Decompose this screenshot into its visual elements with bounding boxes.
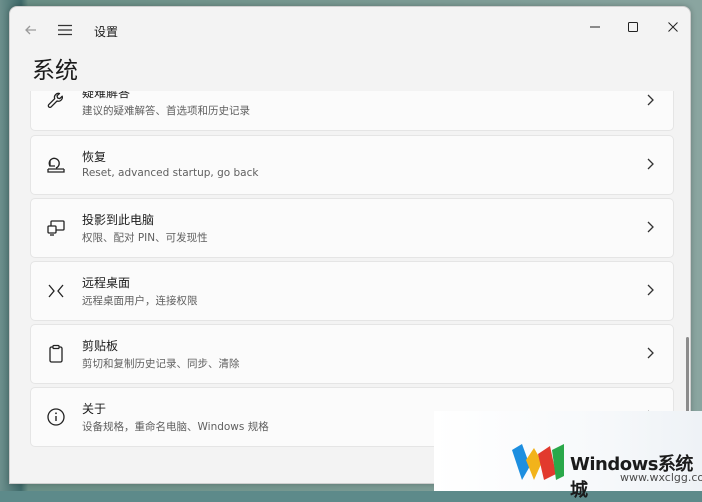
chevron-right-icon <box>647 94 654 106</box>
clipboard-icon <box>49 344 63 363</box>
wrench-icon <box>47 92 63 108</box>
app-title: 设置 <box>94 25 119 39</box>
minimize-icon[interactable] <box>576 13 614 41</box>
item-subtitle: 设备规格，重命名电脑、Windows 规格 <box>82 421 269 433</box>
list-item-recovery[interactable]: 恢复 Reset, advanced startup, go back <box>30 135 674 195</box>
list-item-project-to-pc[interactable]: 投影到此电脑 权限、配对 PIN、可发现性 <box>30 198 674 258</box>
item-subtitle: 剪切和复制历史记录、同步、清除 <box>82 358 240 370</box>
item-title: 剪贴板 <box>82 339 119 353</box>
item-title: 远程桌面 <box>82 276 131 290</box>
windows-brand-logo <box>512 444 564 480</box>
chevron-right-icon <box>647 158 654 170</box>
info-icon <box>47 408 65 426</box>
item-title: 投影到此电脑 <box>82 213 155 227</box>
chevron-right-icon <box>647 347 654 359</box>
item-title: 疑难解答 <box>82 91 131 100</box>
item-title: 关于 <box>82 402 107 416</box>
close-icon[interactable] <box>654 13 690 41</box>
item-title: 恢复 <box>82 150 107 164</box>
chevron-right-icon <box>647 221 654 233</box>
recovery-icon <box>47 157 65 173</box>
list-item-remote-desktop[interactable]: 远程桌面 远程桌面用户，连接权限 <box>30 261 674 321</box>
back-arrow-icon[interactable] <box>16 17 46 43</box>
watermark-url: www.wxclgg.com <box>620 471 702 484</box>
item-subtitle: Reset, advanced startup, go back <box>82 167 259 179</box>
item-subtitle: 权限、配对 PIN、可发现性 <box>82 232 208 244</box>
title-bar: 设置 <box>10 7 690 51</box>
list-item-clipboard[interactable]: 剪贴板 剪切和复制历史记录、同步、清除 <box>30 324 674 384</box>
remote-desktop-icon <box>48 284 64 298</box>
page-title: 系统 <box>32 58 78 84</box>
maximize-icon[interactable] <box>614 13 652 41</box>
item-subtitle: 建议的疑难解答、首选项和历史记录 <box>82 105 250 117</box>
hamburger-menu-icon[interactable] <box>50 17 80 43</box>
project-to-pc-icon <box>47 220 65 236</box>
item-subtitle: 远程桌面用户，连接权限 <box>82 295 198 307</box>
chevron-right-icon <box>647 284 654 296</box>
list-item-troubleshoot[interactable]: 疑难解答 建议的疑难解答、首选项和历史记录 <box>30 91 674 131</box>
